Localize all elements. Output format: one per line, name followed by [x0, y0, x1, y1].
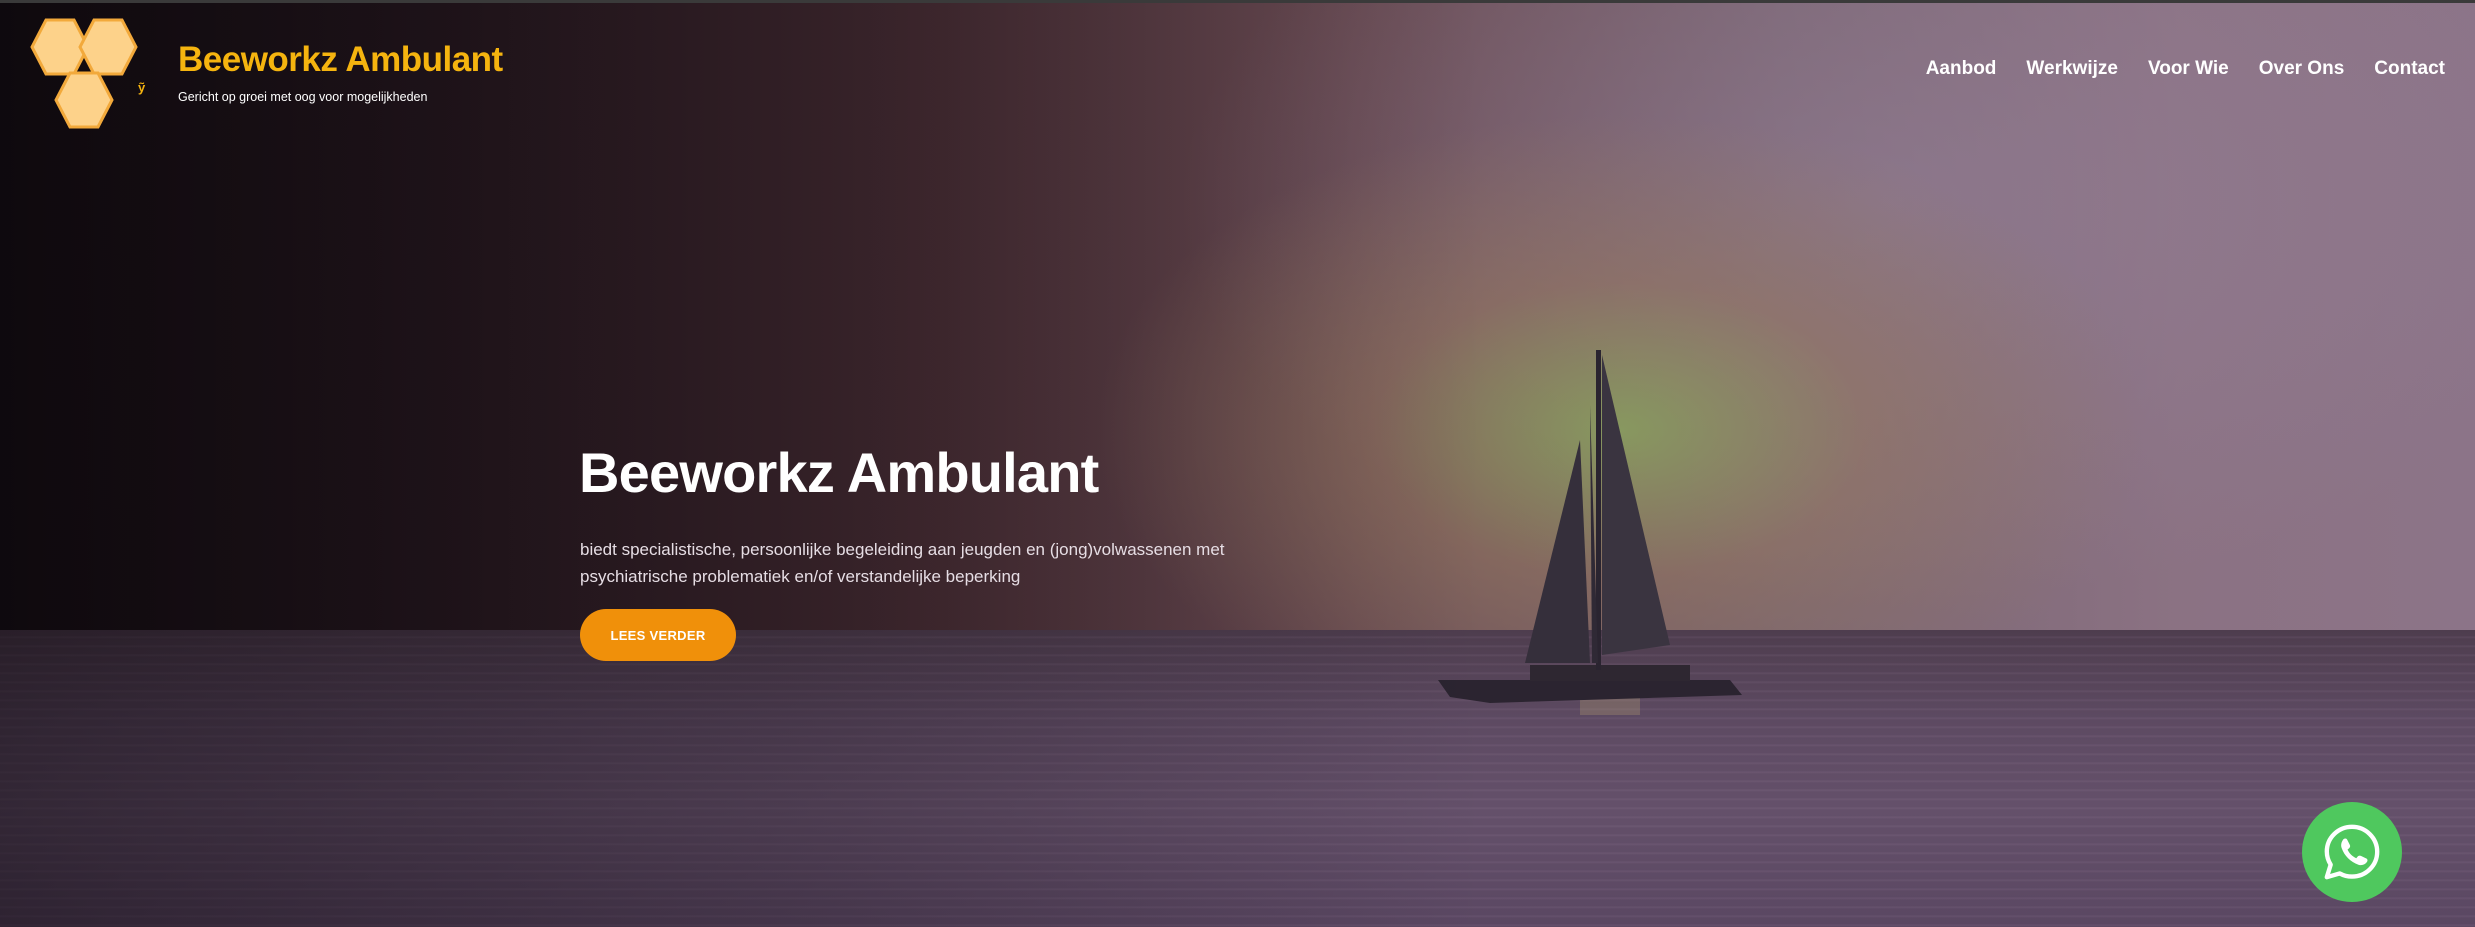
hero-overlay	[0, 0, 2475, 927]
top-border	[0, 0, 2475, 3]
nav-item-over-ons[interactable]: Over Ons	[2259, 58, 2345, 80]
lees-verder-button[interactable]: LEES VERDER	[580, 609, 736, 661]
hero-section	[0, 0, 2475, 927]
brand-name[interactable]: Beeworkz Ambulant	[178, 40, 503, 80]
svg-text:ỹ: ỹ	[138, 80, 146, 95]
hero-description: biedt specialistische, persoonlijke bege…	[580, 540, 1225, 586]
honeycomb-logo-icon[interactable]: ỹ	[30, 14, 160, 130]
nav-item-contact[interactable]: Contact	[2374, 58, 2445, 80]
nav-item-werkwijze[interactable]: Werkwijze	[2026, 58, 2118, 80]
whatsapp-icon	[2324, 824, 2380, 880]
main-nav: Aanbod Werkwijze Voor Wie Over Ons Conta…	[1926, 58, 2445, 80]
brand-tagline: Gericht op groei met oog voor mogelijkhe…	[178, 90, 428, 104]
whatsapp-button[interactable]	[2302, 802, 2402, 902]
nav-item-voor-wie[interactable]: Voor Wie	[2148, 58, 2229, 80]
nav-item-aanbod[interactable]: Aanbod	[1926, 58, 1997, 80]
hero-title: Beeworkz Ambulant	[579, 441, 1099, 504]
